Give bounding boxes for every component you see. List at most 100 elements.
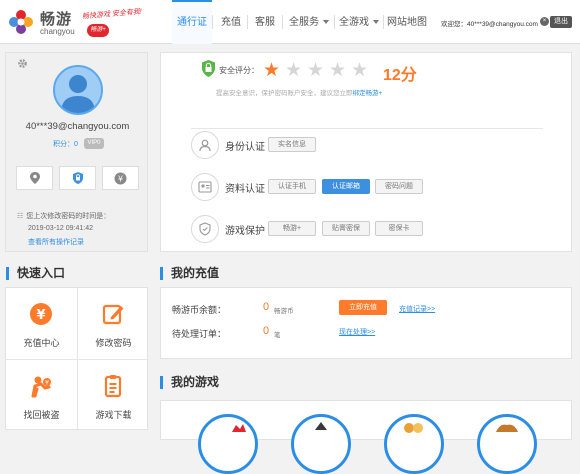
nav-tab-recharge[interactable]: 充值 <box>216 0 246 44</box>
changyou-plus-badge[interactable]: 畅游+ <box>87 24 109 37</box>
security-panel: 安全评分： ★ ★ ★ ★ ★ 12分 提高安全意识，保护密码账户安全，建议您立… <box>160 52 572 252</box>
vip-badge[interactable]: VIP0 <box>84 138 104 149</box>
brand-name-cn[interactable]: 畅游 <box>40 8 72 29</box>
my-recharge-title: 我的充值 <box>160 267 219 280</box>
star-empty-icon: ★ <box>329 60 347 81</box>
logout-button[interactable]: 退出 <box>550 16 572 28</box>
yen-circle-icon: ¥ <box>30 303 52 325</box>
password-change-date: 2019-03-12 09:41:42 <box>28 225 93 232</box>
star-empty-icon: ★ <box>285 60 303 81</box>
security-score-label: 安全评分： <box>219 66 259 75</box>
chevron-down-icon <box>373 20 379 24</box>
svg-text:¥: ¥ <box>45 380 49 387</box>
quick-entry-panel: ¥ 充值中心 修改密码 ¥ 找回被盗 游戏下载 <box>5 287 149 431</box>
password-question-button[interactable]: 密码问题 <box>375 179 423 194</box>
changyou-logo-icon[interactable] <box>8 9 34 35</box>
recharge-center-label: 充值中心 <box>23 338 60 348</box>
sticker-protect-button[interactable]: 贴膏密保 <box>322 221 370 236</box>
svg-text:¥: ¥ <box>36 308 45 323</box>
verify-phone-button[interactable]: 认证手机 <box>268 179 316 194</box>
user-silhouette-icon <box>61 75 95 113</box>
game-protect-icon-badge <box>191 215 219 243</box>
nav-all-services-label: 全服务 <box>289 17 319 28</box>
nav-tab-all-services[interactable]: 全服务 <box>285 0 333 44</box>
balance-unit: 畅游币 <box>274 308 294 315</box>
game-icon[interactable] <box>198 414 258 474</box>
recharge-record-link[interactable]: 充值记录>> <box>399 304 435 314</box>
nav-divider <box>212 15 213 29</box>
change-password-entry[interactable]: 修改密码 <box>78 288 149 359</box>
change-password-label: 修改密码 <box>95 338 132 348</box>
security-card-button[interactable]: 密保卡 <box>375 221 423 236</box>
close-icon[interactable]: × <box>540 17 549 26</box>
star-filled-icon: ★ <box>263 60 281 81</box>
thief-icon: ¥ <box>31 376 51 398</box>
nav-tab-service[interactable]: 客服 <box>250 0 280 44</box>
security-hint: 提高安全意识，保护密码账户安全，建议您立即绑定畅游+ <box>216 87 382 97</box>
game-icon[interactable] <box>384 414 444 474</box>
profile-email: 40***39@changyou.com <box>25 121 130 132</box>
realname-info-button[interactable]: 实名信息 <box>268 137 316 152</box>
lock-shield-button[interactable] <box>59 166 96 190</box>
pending-orders-label: 待处理订单： <box>172 329 227 339</box>
verify-email-button[interactable]: 认证邮箱 <box>322 179 370 194</box>
identity-icon-badge <box>191 131 219 159</box>
nav-divider <box>383 15 384 29</box>
yen-button[interactable]: ¥ <box>102 166 139 190</box>
nav-divider <box>334 15 335 29</box>
nav-tab-site-map[interactable]: 网站地图 <box>385 0 429 44</box>
download-list-icon <box>104 375 122 398</box>
game-icon[interactable] <box>291 414 351 474</box>
id-card-icon <box>198 181 212 193</box>
top-header: 畅游 changyou 畅快游戏 安全有我! 畅游+ 通行证 充值 客服 全服务… <box>0 0 580 44</box>
changyou-plus-button[interactable]: 畅游+ <box>268 221 316 236</box>
profile-verify-label: 资料认证 <box>225 184 265 195</box>
id-person-icon <box>199 139 211 152</box>
my-games-title: 我的游戏 <box>160 376 219 389</box>
gear-icon[interactable] <box>17 58 28 69</box>
bind-plus-link[interactable]: 绑定畅游+ <box>353 90 383 97</box>
process-now-link[interactable]: 现在处理>> <box>339 327 375 337</box>
nav-divider <box>247 15 248 29</box>
recover-stolen-label: 找回被盗 <box>23 410 60 420</box>
game-character-icon <box>404 423 423 433</box>
points-text[interactable]: 积分：0 <box>53 139 78 149</box>
nav-tab-passport[interactable]: 通行证 <box>172 0 212 44</box>
balance-label: 畅游币余额： <box>172 305 227 315</box>
location-button[interactable] <box>16 166 53 190</box>
security-hint-text: 提高安全意识，保护密码账户安全，建议您立即 <box>216 90 353 97</box>
yen-coin-icon: ¥ <box>114 172 127 184</box>
list-icon: ☷ <box>17 213 24 220</box>
edit-icon <box>102 304 124 325</box>
pending-orders-unit: 笔 <box>274 332 281 339</box>
view-operations-link[interactable]: 查看所有操作记录 <box>28 237 84 247</box>
quick-entry-title: 快速入口 <box>6 267 65 280</box>
profile-panel: 40***39@changyou.com 积分：0 VIP0 ¥ ☷ 您上次修改密… <box>5 52 148 252</box>
avatar[interactable] <box>53 65 103 115</box>
star-empty-icon: ★ <box>307 60 325 81</box>
recharge-center-entry[interactable]: ¥ 充值中心 <box>6 288 77 359</box>
security-shield-icon <box>202 60 215 77</box>
recharge-now-button[interactable]: 立即充值 <box>339 300 387 315</box>
pending-orders-value: 0 <box>263 325 270 337</box>
identity-verify-label: 身份认证 <box>225 142 265 153</box>
profile-verify-icon-badge <box>191 173 219 201</box>
recharge-panel: 畅游币余额： 0 畅游币 立即充值 充值记录>> 待处理订单： 0 笔 现在处理… <box>160 287 572 359</box>
security-score: 12分 <box>383 67 417 84</box>
nav-divider <box>282 15 283 29</box>
game-download-entry[interactable]: 游戏下载 <box>78 360 149 431</box>
welcome-text: 欢迎您：40***39@changyou.com <box>441 21 538 28</box>
game-character-icon <box>232 424 246 432</box>
game-character-icon <box>496 424 518 432</box>
brand-name-en: changyou <box>40 27 75 36</box>
my-games-panel <box>160 400 572 474</box>
recover-stolen-entry[interactable]: ¥ 找回被盗 <box>6 360 77 431</box>
location-pin-icon <box>29 172 40 184</box>
protect-shield-icon <box>199 222 211 236</box>
nav-tab-all-games[interactable]: 全游戏 <box>336 0 382 44</box>
game-download-label: 游戏下载 <box>95 410 132 420</box>
svg-text:¥: ¥ <box>118 174 123 183</box>
game-icon[interactable] <box>477 414 537 474</box>
chevron-down-icon <box>323 20 329 24</box>
balance-value: 0 <box>263 301 270 313</box>
